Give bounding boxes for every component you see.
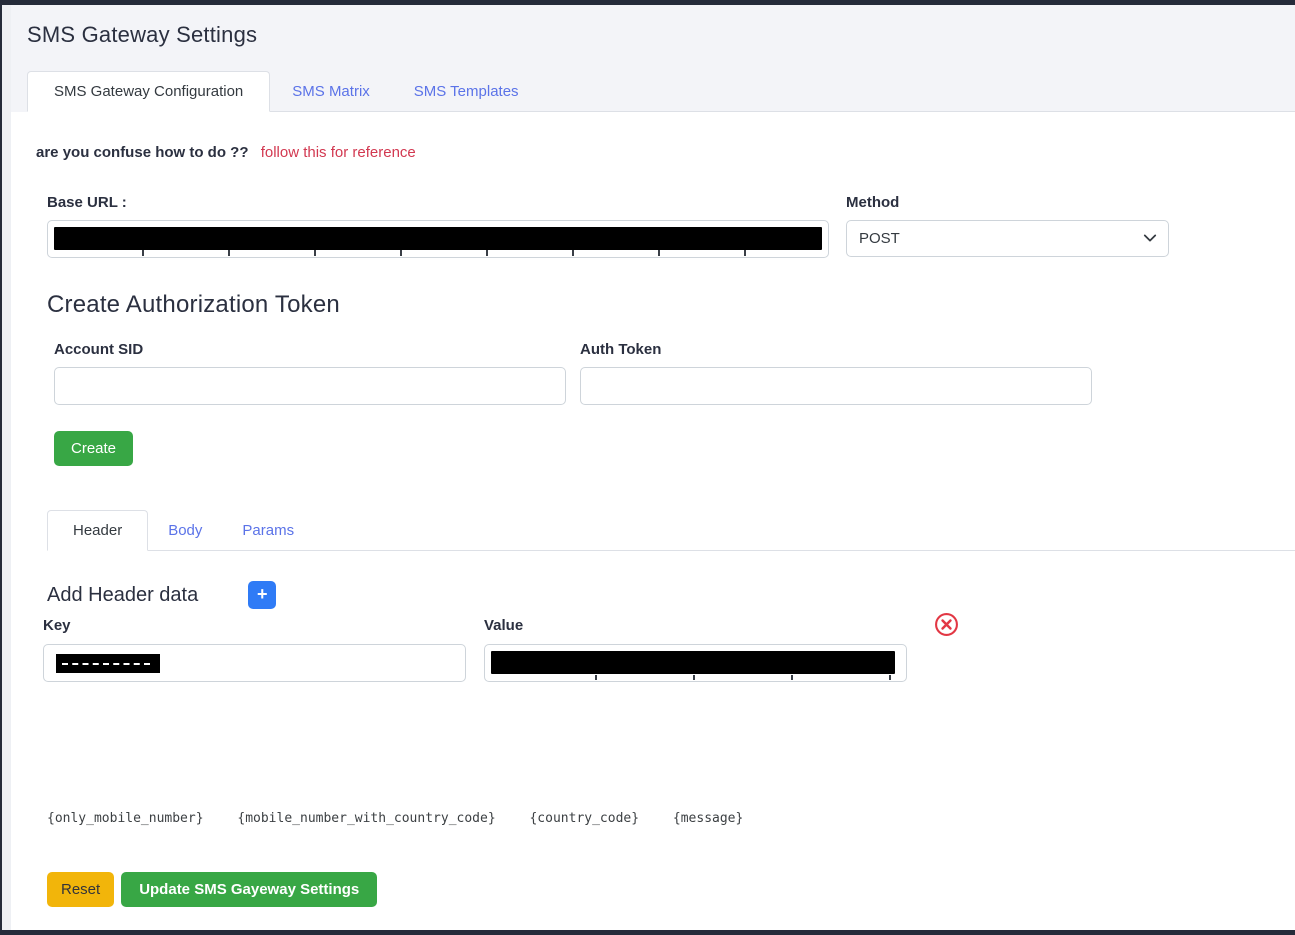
- page-title: SMS Gateway Settings: [27, 22, 1295, 48]
- auth-section-title: Create Authorization Token: [47, 291, 1295, 319]
- gateway-form: Base URL : Method POST Create Auth: [36, 194, 1295, 466]
- footer-actions: Reset Update SMS Gayeway Settings: [47, 872, 1295, 907]
- tab-sms-gateway-configuration[interactable]: SMS Gateway Configuration: [27, 71, 270, 112]
- account-sid-input[interactable]: [54, 367, 566, 405]
- main-tab-bar: SMS Gateway Configuration SMS Matrix SMS…: [27, 71, 1295, 112]
- page-header: SMS Gateway Settings SMS Gateway Configu…: [11, 5, 1295, 112]
- account-sid-label: Account SID: [54, 341, 566, 358]
- key-value-row: Key Value: [43, 617, 1295, 682]
- base-url-label: Base URL :: [47, 194, 829, 211]
- base-url-field-group: Base URL :: [47, 194, 829, 258]
- update-settings-button[interactable]: Update SMS Gayeway Settings: [121, 872, 377, 907]
- redaction-bar: [491, 651, 895, 674]
- tab-params[interactable]: Params: [222, 511, 314, 550]
- hint-question: are you confuse how to do ??: [36, 144, 249, 161]
- method-select-wrap: POST: [846, 220, 1169, 257]
- tab-sms-templates[interactable]: SMS Templates: [392, 72, 541, 111]
- window-frame-left: [0, 0, 2, 935]
- main-content: are you confuse how to do ?? follow this…: [11, 116, 1295, 907]
- key-field-group: Key: [43, 617, 466, 682]
- redaction-dashes: [62, 663, 150, 665]
- account-sid-field-group: Account SID: [54, 341, 566, 405]
- placeholder-tokens-row: {only_mobile_number} {mobile_number_with…: [47, 811, 1295, 826]
- reference-link[interactable]: follow this for reference: [261, 144, 416, 161]
- redaction-descenders: [499, 675, 891, 680]
- token-mobile-number-with-country-code: {mobile_number_with_country_code}: [237, 811, 495, 826]
- auth-token-field-group: Auth Token: [580, 341, 1092, 405]
- base-url-input[interactable]: [47, 220, 829, 258]
- token-country-code: {country_code}: [529, 811, 639, 826]
- add-header-title: Add Header data: [47, 584, 198, 607]
- token-message: {message}: [673, 811, 743, 826]
- auth-token-label: Auth Token: [580, 341, 1092, 358]
- reset-button[interactable]: Reset: [47, 872, 114, 907]
- value-field-group: Value: [484, 617, 907, 682]
- token-only-mobile-number: {only_mobile_number}: [47, 811, 204, 826]
- key-input[interactable]: [43, 644, 466, 682]
- redaction-bar: [54, 227, 822, 250]
- method-select[interactable]: POST: [846, 220, 1169, 257]
- hint-row: are you confuse how to do ?? follow this…: [36, 144, 1295, 161]
- method-label: Method: [846, 194, 1169, 211]
- tab-body[interactable]: Body: [148, 511, 222, 550]
- value-input[interactable]: [484, 644, 907, 682]
- request-tab-bar: Header Body Params: [47, 510, 1295, 551]
- window-frame-bottom: [0, 930, 1295, 935]
- add-header-row: Add Header data +: [47, 581, 1295, 609]
- redaction-bar: [56, 654, 160, 673]
- method-field-group: Method POST: [846, 194, 1169, 258]
- redaction-descenders: [58, 250, 818, 256]
- key-label: Key: [43, 617, 466, 634]
- value-label: Value: [484, 617, 907, 634]
- tab-sms-matrix[interactable]: SMS Matrix: [270, 72, 392, 111]
- base-url-method-row: Base URL : Method POST: [47, 194, 1295, 258]
- tab-header[interactable]: Header: [47, 510, 148, 551]
- request-tab-bar-wrap: Header Body Params: [47, 510, 1295, 551]
- add-header-button[interactable]: +: [248, 581, 276, 609]
- page-left-gutter: [2, 5, 11, 930]
- auth-token-input[interactable]: [580, 367, 1092, 405]
- create-button[interactable]: Create: [54, 431, 133, 466]
- window-frame-top: [0, 0, 1295, 5]
- auth-fields-row: Account SID Auth Token: [47, 341, 1295, 405]
- remove-header-icon[interactable]: [934, 612, 959, 637]
